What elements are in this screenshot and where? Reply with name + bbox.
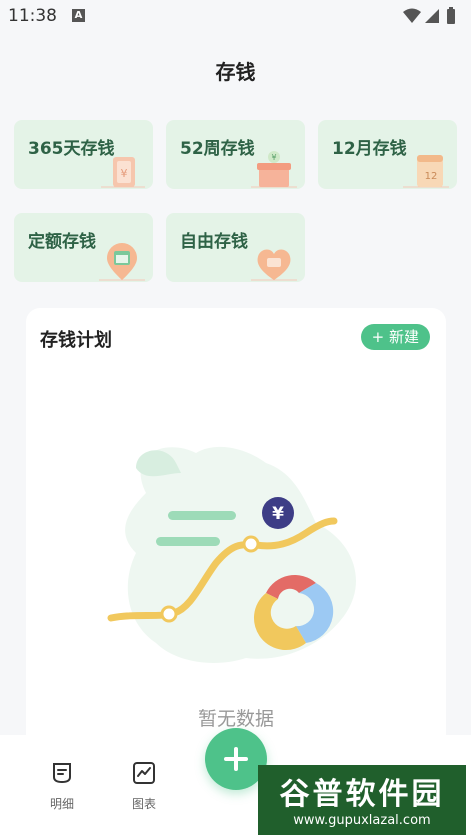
status-bar: 11:38 A <box>0 0 471 32</box>
card-label: 定额存钱 <box>28 232 96 252</box>
card-365-day[interactable]: 365天存钱 ¥ <box>14 120 153 189</box>
signal-battery-icons <box>403 7 455 24</box>
list-doc-icon <box>53 763 71 784</box>
svg-text:¥: ¥ <box>271 153 276 162</box>
tab-details[interactable]: 明细 <box>32 761 92 812</box>
status-time: 11:38 <box>8 6 57 26</box>
tab-chart[interactable]: 图表 <box>114 761 174 812</box>
watermark-url: www.gupuxlazal.com <box>293 813 431 828</box>
watermark-text: 谷普软件园 <box>279 777 445 812</box>
calendar-12-icon: 12 <box>403 155 449 188</box>
wifi-icon <box>403 8 421 23</box>
gift-box-icon: ¥ <box>251 151 297 188</box>
heart-pin-icon <box>251 249 297 281</box>
notification-badge: A <box>72 9 85 22</box>
card-label: 自由存钱 <box>180 232 248 252</box>
bill-icon: ¥ <box>101 157 145 188</box>
card-free-saving[interactable]: 自由存钱 <box>166 213 305 282</box>
empty-state-text: 暂无数据 <box>197 708 274 730</box>
chart-icon <box>133 762 155 784</box>
tab-label: 明细 <box>49 797 74 811</box>
watermark-logo: 谷普软件园 www.gupuxlazal.com <box>258 765 466 835</box>
cell-signal-icon <box>425 9 439 23</box>
saving-plan-panel: 存钱计划 + 新建 ¥ 暂无数据 <box>26 308 446 748</box>
battery-icon <box>447 9 455 24</box>
svg-text:¥: ¥ <box>121 167 128 180</box>
card-52-week[interactable]: 52周存钱 ¥ <box>166 120 305 189</box>
empty-state-illustration: ¥ <box>107 446 356 663</box>
card-label: 12月存钱 <box>332 139 407 159</box>
svg-text:¥: ¥ <box>272 504 284 524</box>
card-12-month[interactable]: 12月存钱 12 <box>318 120 457 189</box>
svg-text:12: 12 <box>425 171 438 182</box>
plan-title: 存钱计划 <box>40 330 112 351</box>
card-label: 52周存钱 <box>180 139 255 159</box>
page-title: 存钱 <box>215 60 256 84</box>
tab-label: 图表 <box>131 797 156 811</box>
new-plan-button[interactable]: + 新建 <box>360 324 430 350</box>
card-fixed-amount[interactable]: 定额存钱 <box>14 213 153 282</box>
calendar-pin-icon <box>99 243 145 281</box>
